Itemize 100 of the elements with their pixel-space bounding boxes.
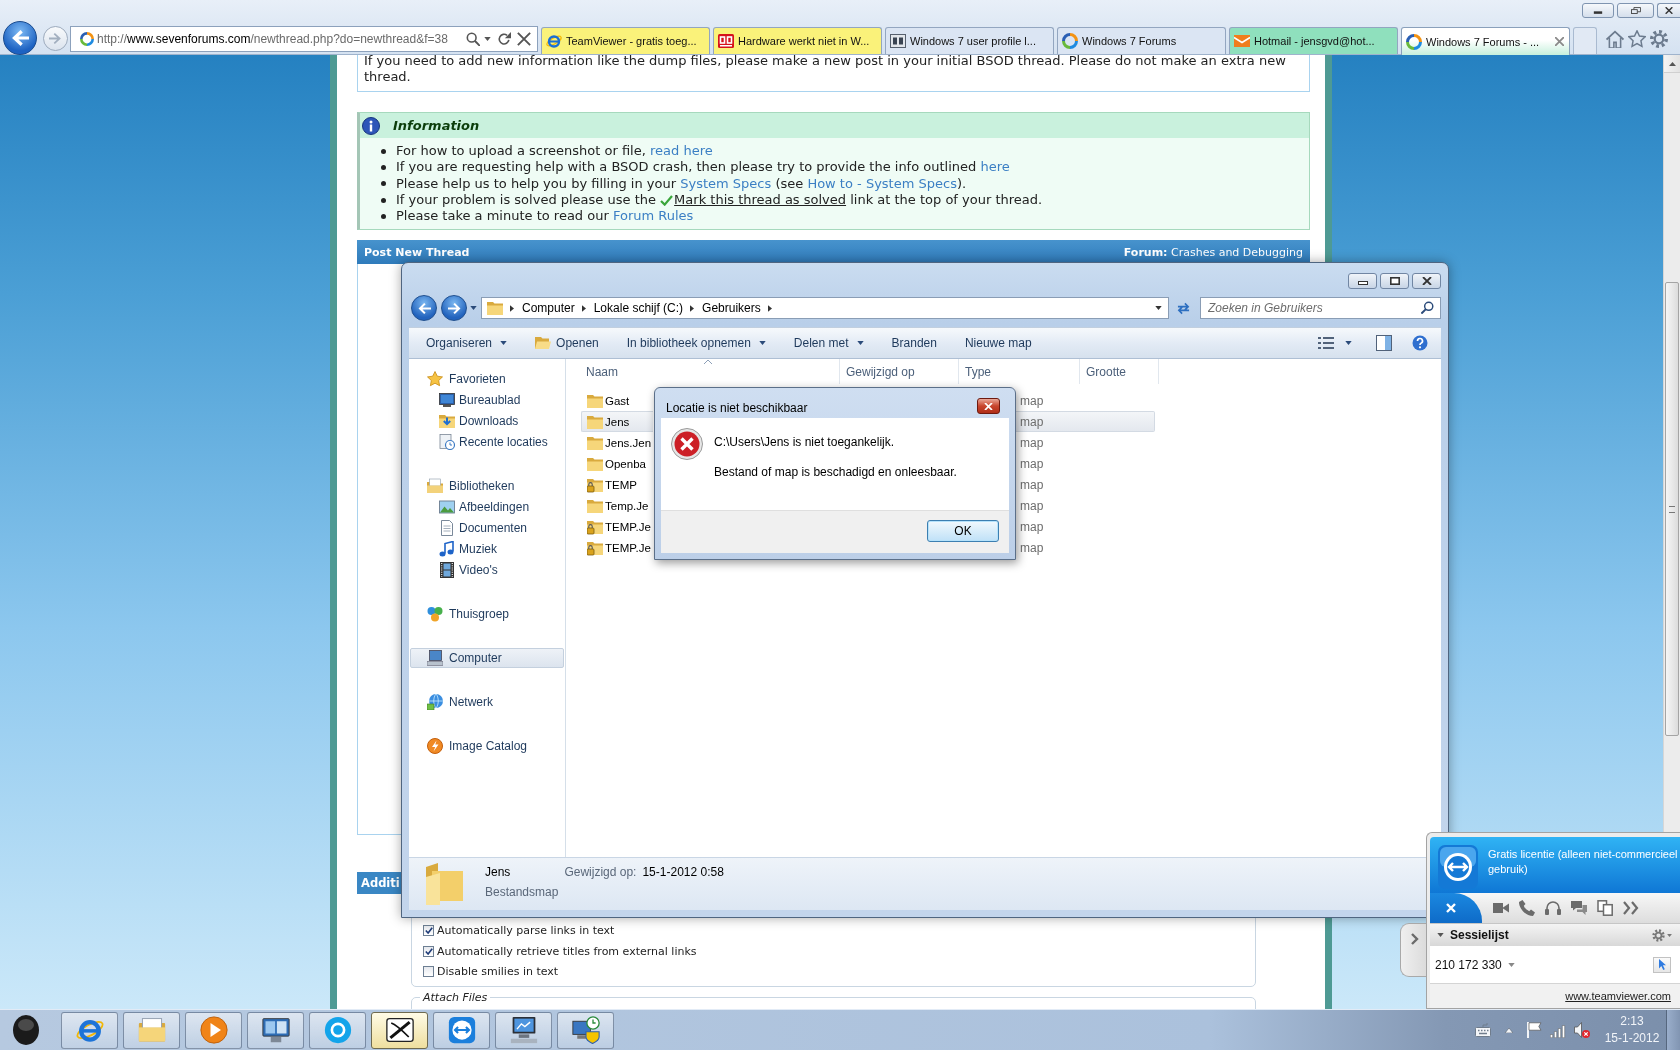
link[interactable]: How to - System Specs (807, 175, 957, 192)
show-desktop-button[interactable] (1666, 1010, 1680, 1050)
search-icon[interactable] (466, 32, 480, 46)
headset-icon[interactable] (1545, 900, 1561, 916)
restore-button[interactable] (1617, 3, 1654, 18)
pages-icon[interactable] (1597, 900, 1613, 916)
taskbar-button[interactable] (495, 1011, 552, 1049)
nav-item[interactable]: Netwerk (410, 692, 564, 712)
close-button[interactable] (977, 398, 1000, 414)
keyboard-icon[interactable] (1475, 1023, 1491, 1037)
minimize-button[interactable] (1348, 273, 1377, 289)
link[interactable]: System Specs (680, 175, 772, 192)
back-button[interactable] (411, 295, 437, 321)
close-button[interactable] (1657, 3, 1680, 18)
browser-tab[interactable]: Windows 7 Forums - ... (1401, 27, 1570, 55)
checkbox[interactable] (423, 925, 434, 937)
video-camera-icon[interactable] (1493, 900, 1509, 916)
toolbar-button[interactable]: Delen met (784, 331, 873, 355)
caret-icon[interactable] (1437, 933, 1444, 937)
taskbar-button[interactable] (371, 1011, 428, 1049)
maximize-button[interactable] (1380, 273, 1409, 289)
browser-tab[interactable]: Windows 7 Forums (1057, 27, 1226, 54)
nav-item[interactable]: Thuisgroep (410, 604, 564, 624)
search-icon[interactable] (1421, 301, 1434, 314)
nav-item[interactable]: Favorieten (410, 369, 564, 389)
breadcrumb-item[interactable]: Gebruikers (702, 301, 761, 315)
ok-button[interactable]: OK (927, 520, 999, 542)
nav-item[interactable]: Recente locaties (410, 432, 564, 452)
file-item[interactable]: Openba (581, 453, 653, 474)
star-icon[interactable] (1628, 30, 1646, 48)
nav-item[interactable]: Bureaublad (410, 390, 564, 410)
muted-speaker-icon[interactable] (1574, 1022, 1590, 1038)
close-button[interactable] (1412, 273, 1441, 289)
file-item[interactable]: Temp.Je (581, 495, 653, 516)
split-pane-icon[interactable] (1376, 335, 1392, 351)
close-icon[interactable] (1555, 37, 1564, 46)
pointer-button[interactable] (1653, 956, 1671, 973)
forward-button[interactable] (441, 295, 467, 321)
nav-item[interactable]: Bibliotheken (410, 476, 564, 496)
signal-bars-icon[interactable] (1550, 1022, 1567, 1038)
caret-icon[interactable] (1155, 306, 1162, 310)
caret-icon[interactable] (484, 37, 491, 41)
column-header[interactable]: Naam (580, 359, 840, 384)
toolbar-button[interactable]: Organiseren (417, 331, 517, 355)
address-field[interactable]: http://www.sevenforums.com/newthread.php?do=newthread&f=38 (70, 26, 538, 52)
settings-icon[interactable] (1650, 30, 1668, 48)
link[interactable]: Forum Rules (612, 208, 694, 225)
chevron-icon[interactable] (767, 304, 772, 312)
file-item[interactable]: Jens (581, 411, 653, 432)
file-item[interactable]: Gast (581, 390, 653, 411)
column-header[interactable]: Type (959, 359, 1080, 384)
caret-icon[interactable] (1345, 341, 1352, 345)
phone-icon[interactable] (1519, 900, 1535, 916)
file-item[interactable]: TEMP.Je (581, 516, 653, 537)
column-header[interactable]: Gewijzigd op (840, 359, 959, 384)
chevron-icon[interactable] (510, 304, 514, 312)
link[interactable]: read here (650, 143, 713, 160)
nav-item[interactable]: Afbeeldingen (410, 497, 564, 517)
home-icon[interactable] (1606, 30, 1624, 48)
nav-item[interactable]: Image Catalog (410, 736, 564, 756)
file-item[interactable]: Jens.Jen (581, 432, 653, 453)
settings-icon[interactable] (1652, 928, 1665, 942)
nav-item[interactable]: Video's (410, 560, 564, 580)
checkbox[interactable] (423, 945, 434, 957)
browser-tab[interactable]: TeamViewer - gratis toeg... (541, 27, 710, 54)
nav-item[interactable]: Downloads (410, 411, 564, 431)
nav-item[interactable]: Muziek (410, 539, 564, 559)
scroll-up-button[interactable] (1664, 55, 1680, 73)
close-icon[interactable] (517, 32, 531, 46)
help-icon[interactable] (1412, 335, 1428, 351)
chevron-icon[interactable] (690, 304, 695, 312)
nav-item[interactable]: Computer (410, 648, 564, 668)
browser-tab[interactable]: Hardware werkt niet in W... (713, 27, 882, 54)
file-item[interactable]: TEMP (581, 474, 653, 495)
link[interactable]: Mark this thread as solved (674, 192, 847, 209)
column-header[interactable]: Grootte (1080, 359, 1159, 384)
breadcrumb-item[interactable]: Lokale schijf (C:) (593, 301, 684, 315)
browser-tab[interactable]: Hotmail - jensgvd@hot... (1229, 27, 1398, 54)
checkbox[interactable] (423, 966, 434, 978)
triangle-up-icon[interactable] (1505, 1027, 1513, 1033)
scrollbar-thumb[interactable] (1665, 282, 1679, 736)
toolbar-button[interactable]: Openen (526, 331, 608, 355)
flag-icon[interactable] (1527, 1022, 1542, 1038)
refresh-icon[interactable] (497, 32, 511, 46)
link[interactable]: here (980, 159, 1010, 176)
toolbar-button[interactable]: Branden (882, 331, 946, 355)
minimize-button[interactable] (1582, 3, 1614, 18)
nav-item[interactable]: Documenten (410, 518, 564, 538)
toolbar-button[interactable]: Nieuwe map (955, 331, 1041, 355)
view-list-icon[interactable] (1318, 335, 1334, 351)
chevron-icon[interactable] (581, 304, 586, 312)
address-field[interactable]: Computer Lokale schijf (C:) Gebruikers (481, 297, 1169, 319)
chat-icon[interactable] (1571, 900, 1587, 916)
breadcrumb-item[interactable]: Computer (522, 301, 575, 315)
back-button[interactable] (3, 21, 37, 55)
file-item[interactable]: TEMP.Je (581, 537, 653, 558)
browser-tab[interactable]: Windows 7 user profile l... (885, 27, 1054, 54)
double-chevron-icon[interactable] (1623, 900, 1639, 916)
close-button[interactable] (1430, 893, 1482, 923)
toolbar-button[interactable]: In bibliotheek opnemen (617, 331, 775, 355)
